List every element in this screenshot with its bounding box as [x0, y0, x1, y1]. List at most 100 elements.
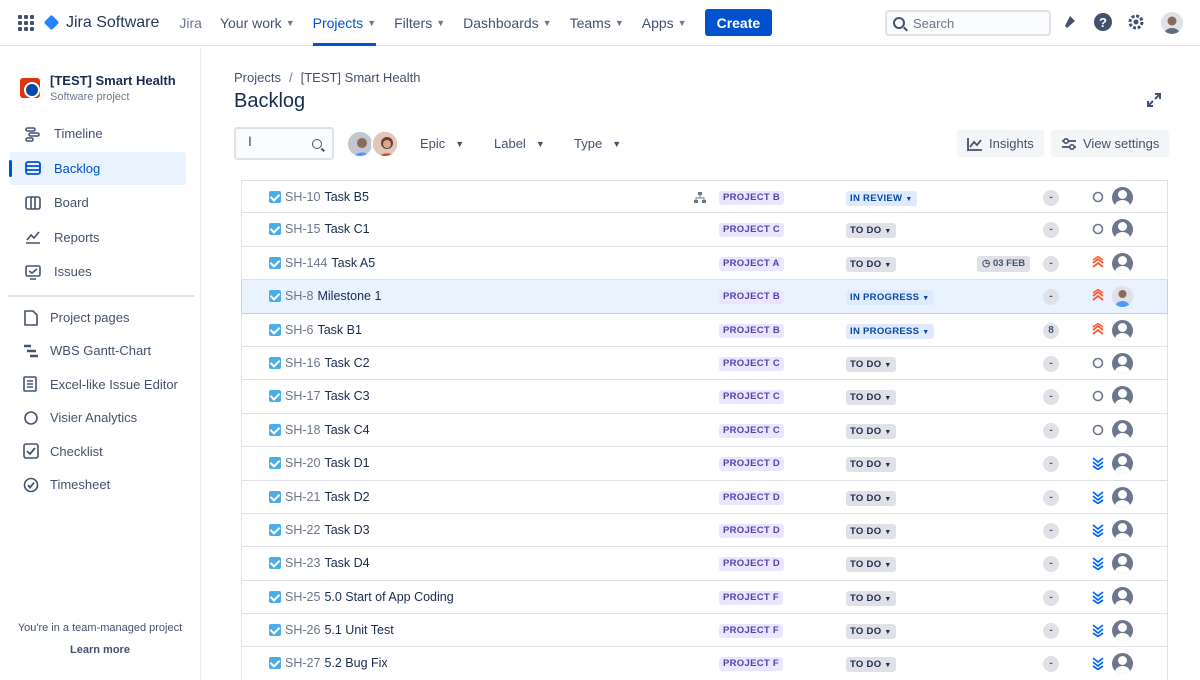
unassigned-avatar-icon[interactable] — [1112, 519, 1133, 541]
notifications-icon[interactable] — [1060, 12, 1080, 32]
issue-key-summary[interactable]: SH-25 5.0 Start of App Coding — [285, 590, 454, 604]
issue-row[interactable]: SH-10 Task B5 PROJECT B IN REVIEW ▼ - — [241, 180, 1168, 214]
jira-label[interactable]: Jira — [179, 15, 202, 31]
issue-key[interactable]: SH-18 — [285, 423, 320, 437]
story-points-badge[interactable]: - — [1043, 522, 1059, 539]
issue-summary[interactable]: Task D2 — [324, 490, 369, 504]
issue-key[interactable]: SH-16 — [285, 356, 320, 370]
sidebar-app-excel-like-issue-editor[interactable]: Excel-like Issue Editor — [8, 368, 184, 401]
epic-lozenge[interactable]: PROJECT D — [719, 557, 785, 572]
issue-summary[interactable]: Task C3 — [324, 389, 369, 403]
search-input[interactable] — [913, 15, 1033, 31]
nav-teams[interactable]: Teams ▼ — [570, 0, 624, 46]
unassigned-avatar-icon[interactable] — [1112, 586, 1133, 608]
issue-row[interactable]: SH-8 Milestone 1 PROJECT B IN PROGRESS ▼ - — [241, 280, 1168, 314]
issue-key[interactable]: SH-17 — [285, 389, 320, 403]
issue-key[interactable]: SH-21 — [285, 490, 320, 504]
sidebar-item-backlog[interactable]: Backlog — [9, 151, 186, 185]
issue-key[interactable]: SH-27 — [285, 656, 320, 670]
priority-lowest-icon[interactable] — [1091, 656, 1105, 672]
issue-key-summary[interactable]: SH-10 Task B5 — [285, 190, 369, 204]
sidebar-item-reports[interactable]: Reports — [10, 221, 186, 254]
story-points-badge[interactable]: - — [1043, 222, 1059, 239]
story-points-badge[interactable]: - — [1043, 422, 1059, 439]
epic-lozenge[interactable]: PROJECT C — [719, 223, 785, 238]
unassigned-avatar-icon[interactable] — [1112, 252, 1133, 274]
issue-row[interactable]: SH-6 Task B1 PROJECT B IN PROGRESS ▼ 8 — [241, 313, 1168, 347]
view-settings-button[interactable]: View settings — [1051, 130, 1170, 157]
story-points-badge[interactable]: - — [1043, 255, 1059, 272]
story-points-badge[interactable]: - — [1043, 190, 1059, 206]
epic-lozenge[interactable]: PROJECT D — [719, 523, 785, 538]
nav-projects[interactable]: Projects ▼ — [312, 0, 376, 46]
assignee-filter-avatar[interactable] — [371, 130, 399, 158]
issue-summary[interactable]: Task C2 — [324, 356, 369, 370]
unassigned-avatar-icon[interactable] — [1112, 653, 1133, 675]
unassigned-avatar-icon[interactable] — [1112, 419, 1133, 441]
issue-key[interactable]: SH-8 — [285, 289, 313, 303]
status-dropdown[interactable]: IN PROGRESS ▼ — [846, 290, 934, 306]
status-dropdown[interactable]: TO DO ▼ — [846, 490, 896, 506]
assignee-avatar[interactable] — [1112, 286, 1133, 308]
epic-lozenge[interactable]: PROJECT F — [719, 590, 784, 605]
issue-summary[interactable]: Task D3 — [324, 523, 369, 537]
status-dropdown[interactable]: TO DO ▼ — [846, 590, 896, 606]
learn-more-link[interactable]: Learn more — [0, 644, 200, 656]
issue-key[interactable]: SH-15 — [285, 222, 320, 236]
epic-lozenge[interactable]: PROJECT C — [719, 356, 785, 371]
issue-key-summary[interactable]: SH-21 Task D2 — [285, 490, 370, 504]
priority-highest-icon[interactable] — [1091, 255, 1105, 270]
story-points-badge[interactable]: - — [1043, 623, 1059, 640]
story-points-badge[interactable]: - — [1043, 556, 1059, 573]
child-issues-icon[interactable] — [694, 191, 706, 203]
status-dropdown[interactable]: TO DO ▼ — [846, 356, 896, 372]
issue-key-summary[interactable]: SH-8 Milestone 1 — [285, 289, 381, 303]
issue-summary[interactable]: Task A5 — [331, 256, 375, 270]
issue-summary[interactable]: Milestone 1 — [317, 289, 381, 303]
epic-lozenge[interactable]: PROJECT D — [719, 457, 785, 472]
issue-row[interactable]: SH-18 Task C4 PROJECT C TO DO ▼ - — [241, 413, 1168, 448]
project-header[interactable]: [TEST] Smart Health Software project — [20, 73, 176, 103]
priority-lowest-icon[interactable] — [1091, 623, 1105, 638]
app-switcher-icon[interactable] — [18, 14, 34, 31]
issue-summary[interactable]: 5.0 Start of App Coding — [324, 590, 453, 604]
issue-summary[interactable]: Task B5 — [324, 190, 368, 204]
status-dropdown[interactable]: TO DO ▼ — [846, 390, 896, 406]
fullscreen-expand-icon[interactable] — [1146, 92, 1162, 108]
issue-summary[interactable]: Task D1 — [324, 456, 369, 470]
sidebar-app-wbs-gantt-chart[interactable]: WBS Gantt-Chart — [8, 334, 184, 367]
unassigned-avatar-icon[interactable] — [1112, 453, 1133, 475]
nav-dashboards[interactable]: Dashboards ▼ — [463, 0, 551, 46]
status-dropdown[interactable]: TO DO ▼ — [846, 423, 896, 439]
epic-lozenge[interactable]: PROJECT D — [719, 490, 785, 505]
priority-lowest-icon[interactable] — [1091, 590, 1105, 605]
issue-row[interactable]: SH-144 Task A5 PROJECT A TO DO ▼ ◷ 03 FEB - — [241, 246, 1168, 281]
status-dropdown[interactable]: IN REVIEW ▼ — [846, 191, 917, 206]
issue-key[interactable]: SH-22 — [285, 523, 320, 537]
issue-key-summary[interactable]: SH-6 Task B1 — [285, 323, 362, 337]
issue-summary[interactable]: 5.1 Unit Test — [324, 623, 393, 637]
priority-lowest-icon[interactable] — [1091, 490, 1105, 505]
epic-lozenge[interactable]: PROJECT B — [719, 290, 785, 305]
issue-key-summary[interactable]: SH-144 Task A5 — [285, 256, 375, 270]
status-dropdown[interactable]: TO DO ▼ — [846, 657, 896, 673]
priority-medium-icon[interactable] — [1091, 423, 1105, 437]
priority-highest-icon[interactable] — [1091, 322, 1105, 337]
create-button[interactable]: Create — [704, 9, 773, 36]
issue-key[interactable]: SH-23 — [285, 556, 320, 570]
status-dropdown[interactable]: TO DO ▼ — [846, 557, 896, 573]
issue-row[interactable]: SH-26 5.1 Unit Test PROJECT F TO DO ▼ - — [241, 614, 1168, 648]
priority-highest-icon[interactable] — [1091, 288, 1105, 303]
nav-filters[interactable]: Filters ▼ — [394, 0, 445, 46]
epic-lozenge[interactable]: PROJECT C — [719, 423, 785, 438]
issue-key[interactable]: SH-26 — [285, 623, 320, 637]
story-points-badge[interactable]: - — [1043, 489, 1059, 506]
jira-logo[interactable]: Jira Software — [44, 14, 159, 32]
epic-filter[interactable]: Epic ▼ — [420, 136, 464, 151]
issue-key-summary[interactable]: SH-22 Task D3 — [285, 523, 370, 537]
issue-row[interactable]: SH-15 Task C1 PROJECT C TO DO ▼ - — [241, 213, 1168, 247]
issue-row[interactable]: SH-17 Task C3 PROJECT C TO DO ▼ - — [241, 380, 1168, 414]
unassigned-avatar-icon[interactable] — [1112, 219, 1133, 241]
story-points-badge[interactable]: - — [1043, 656, 1059, 673]
nav-your-work[interactable]: Your work ▼ — [220, 0, 295, 46]
